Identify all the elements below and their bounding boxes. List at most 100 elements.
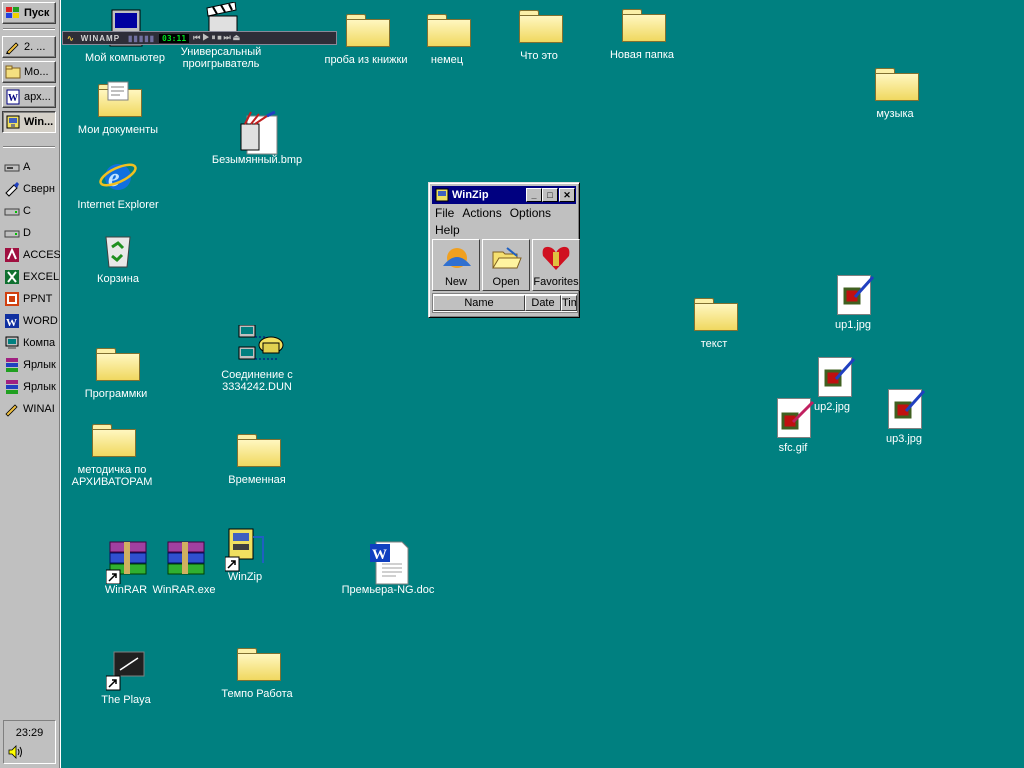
quicklaunch-powerpoint[interactable]: PPNT bbox=[4, 289, 60, 309]
open-button[interactable]: Open bbox=[482, 239, 530, 291]
icon-label: The Playa bbox=[101, 694, 151, 706]
favorites-button[interactable]: Favorites bbox=[532, 239, 580, 291]
window-title: WinZip bbox=[452, 189, 489, 201]
icon-label: Соединение с 3334242.DUN bbox=[221, 369, 293, 393]
desktop-icon-new-folder[interactable]: Новая папка bbox=[594, 5, 690, 61]
speaker-icon[interactable] bbox=[8, 745, 24, 762]
folder-icon bbox=[427, 10, 471, 50]
desktop-icon-temp-folder[interactable]: Временная bbox=[209, 430, 305, 486]
quicklaunch-label: EXCEL bbox=[23, 271, 60, 283]
icon-label: Временная bbox=[228, 474, 286, 486]
menu-bar: File Actions Options bbox=[435, 206, 559, 220]
desktop-icon-bmp-file[interactable]: Безымянный.bmp bbox=[209, 110, 305, 166]
folder-icon bbox=[875, 64, 919, 104]
folder-icon bbox=[92, 420, 136, 460]
quicklaunch-drive-d[interactable]: D bbox=[4, 223, 60, 243]
quicklaunch-label: WINAI bbox=[23, 403, 55, 415]
desktop-icon-nemets-folder[interactable]: немец bbox=[399, 10, 495, 66]
windows-logo-icon bbox=[5, 5, 21, 21]
icon-label: текст bbox=[700, 338, 728, 350]
paint-bitmap-icon bbox=[237, 110, 278, 155]
task-button-word[interactable]: W арх... bbox=[2, 86, 56, 108]
new-button[interactable]: New bbox=[432, 239, 480, 291]
desktop-icon-up3-jpg[interactable]: up3.jpg bbox=[856, 389, 952, 445]
winamp-icon bbox=[4, 401, 20, 417]
quicklaunch-excel[interactable]: EXCEL bbox=[4, 267, 60, 287]
desktop-icon-tempo-folder[interactable]: Темпо Работа bbox=[209, 644, 305, 700]
icon-label: Темпо Работа bbox=[221, 688, 293, 700]
recycle-bin-icon bbox=[98, 229, 138, 269]
winamp-controls[interactable]: ⏮▶⏸⏹⏭⏏ bbox=[193, 33, 242, 43]
close-button[interactable]: ✕ bbox=[559, 188, 575, 202]
hard-drive-icon bbox=[4, 203, 20, 219]
quicklaunch-shortcut-1[interactable]: Ярлык bbox=[4, 355, 60, 375]
icon-label: Универсальный проигрыватель bbox=[180, 46, 262, 70]
quicklaunch-label: D bbox=[23, 227, 31, 239]
menu-actions[interactable]: Actions bbox=[462, 206, 501, 220]
desktop-icon-internet-explorer[interactable]: e Internet Explorer bbox=[70, 155, 166, 211]
desktop-icon-sfc-gif[interactable]: sfc.gif bbox=[745, 398, 841, 454]
start-label: Пуск bbox=[24, 7, 50, 19]
winzip-titlebar[interactable]: WinZip _ □ ✕ bbox=[432, 186, 576, 204]
icon-label: Корзина bbox=[97, 273, 139, 285]
desktop-icon-winzip[interactable]: WinZip bbox=[197, 527, 293, 583]
internet-explorer-icon: e bbox=[98, 155, 138, 195]
word-doc-icon: W bbox=[5, 89, 21, 105]
column-date[interactable]: Date bbox=[525, 295, 561, 311]
quicklaunch-label: Компа bbox=[23, 337, 56, 349]
icon-label: Internet Explorer bbox=[77, 199, 159, 211]
quicklaunch-label: Сверн bbox=[23, 183, 55, 195]
word-icon: W bbox=[4, 313, 20, 329]
desktop-icon-my-documents[interactable]: Мои документы bbox=[70, 80, 166, 136]
start-button[interactable]: Пуск bbox=[2, 2, 56, 24]
desktop-icon-text-folder[interactable]: текст bbox=[666, 294, 762, 350]
maximize-button[interactable]: □ bbox=[542, 188, 558, 202]
image-file-icon bbox=[798, 357, 856, 397]
clock[interactable]: 23:29 bbox=[4, 727, 55, 739]
quicklaunch-access[interactable]: ACCES bbox=[4, 245, 60, 265]
menu-file[interactable]: File bbox=[435, 206, 454, 220]
winamp-logo-icon: ∿ bbox=[67, 33, 75, 43]
dialup-network-icon bbox=[237, 324, 284, 365]
folder-icon bbox=[519, 6, 563, 46]
icon-label: up3.jpg bbox=[885, 433, 923, 445]
svg-text:W: W bbox=[6, 317, 17, 329]
quicklaunch-winamp[interactable]: WINAI bbox=[4, 399, 60, 419]
quicklaunch-computer[interactable]: Компа bbox=[4, 333, 60, 353]
quicklaunch-drive-c[interactable]: C bbox=[4, 201, 60, 221]
winamp-time: 03:11 bbox=[159, 33, 190, 43]
quicklaunch-label: A bbox=[23, 161, 31, 173]
winamp-brand: WINAMP bbox=[80, 33, 121, 43]
winamp-player[interactable]: ∿ WINAMP ▮▮▮▮▮ 03:11 ⏮▶⏸⏹⏭⏏ bbox=[62, 31, 337, 45]
desktop-icon-the-playa[interactable]: The Playa bbox=[78, 650, 174, 706]
column-name[interactable]: Name bbox=[433, 295, 525, 311]
task-button-winzip[interactable]: Win... bbox=[2, 111, 56, 133]
menu-options[interactable]: Options bbox=[510, 206, 551, 220]
desktop-icon-dialup-connection[interactable]: Соединение с 3334242.DUN bbox=[209, 324, 305, 393]
icon-label: Мой компьютер bbox=[84, 52, 166, 64]
desktop-icon-method-folder[interactable]: методичка по АРХИВАТОРАМ bbox=[64, 420, 160, 488]
taskbar: Пуск 2. ... Мо... W арх... Win... A Свер… bbox=[0, 0, 61, 768]
quicklaunch-minimize-all[interactable]: Сверн bbox=[4, 179, 60, 199]
quicklaunch-word[interactable]: W WORD bbox=[4, 311, 60, 331]
desktop-icon-programs-folder[interactable]: Программки bbox=[68, 344, 164, 400]
new-archive-icon bbox=[439, 244, 473, 275]
task-button-folder[interactable]: Мо... bbox=[2, 61, 56, 83]
desktop-icon-chto-folder[interactable]: Что это bbox=[491, 6, 587, 62]
task-label: Win... bbox=[24, 116, 54, 128]
quicklaunch-label: WORD bbox=[23, 315, 58, 327]
desktop-icon-word-doc[interactable]: W Премьера-NG.doc bbox=[340, 540, 436, 596]
column-time[interactable]: Tim bbox=[561, 295, 577, 311]
minimize-button[interactable]: _ bbox=[526, 188, 542, 202]
desktop-icon-recycle-bin[interactable]: Корзина bbox=[70, 229, 166, 285]
quicklaunch-shortcut-2[interactable]: Ярлык bbox=[4, 377, 60, 397]
quicklaunch-drive-a[interactable]: A bbox=[4, 157, 60, 177]
menu-help[interactable]: Help bbox=[435, 223, 460, 237]
playa-app-icon bbox=[105, 650, 146, 691]
desktop-icon-music-folder[interactable]: музыка bbox=[847, 64, 943, 120]
task-button-paint[interactable]: 2. ... bbox=[2, 36, 56, 58]
quicklaunch-label: ACCES bbox=[23, 249, 60, 261]
desktop-icon-up1-jpg[interactable]: up1.jpg bbox=[805, 275, 901, 331]
folder-icon bbox=[346, 10, 390, 50]
pencil-icon bbox=[5, 39, 21, 55]
